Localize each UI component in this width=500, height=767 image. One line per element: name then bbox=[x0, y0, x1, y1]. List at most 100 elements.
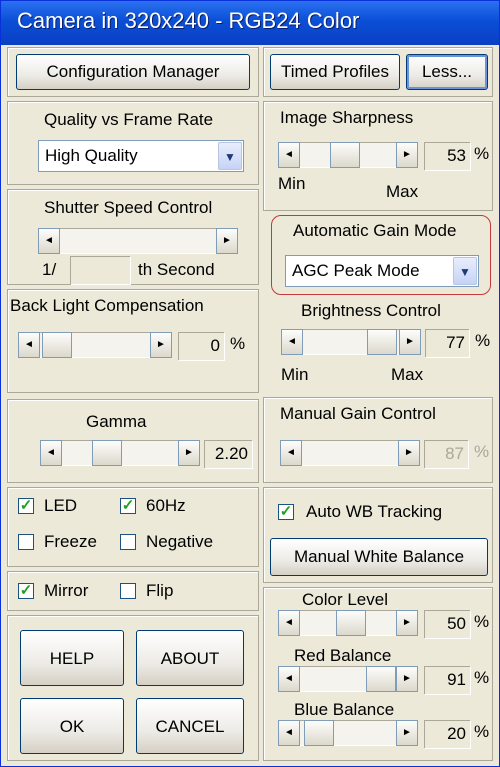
white-balance-group: ✓ Auto WB Tracking Manual White Balance bbox=[263, 487, 493, 583]
brightness-right-arrow-icon[interactable]: ► bbox=[399, 329, 421, 355]
agc-select[interactable]: AGC Peak Mode ▼ bbox=[285, 255, 479, 287]
blue-balance-slider-thumb[interactable] bbox=[304, 720, 334, 746]
manual-gain-group: Manual Gain Control ◄ ► 87 % bbox=[263, 397, 493, 483]
color-level-right-arrow-icon[interactable]: ► bbox=[396, 610, 418, 636]
brightness-value: 77 bbox=[425, 329, 469, 357]
agc-value: AGC Peak Mode bbox=[292, 261, 420, 280]
shutter-value-field[interactable] bbox=[70, 256, 130, 284]
chevron-down-icon[interactable]: ▼ bbox=[218, 142, 242, 170]
backlight-slider-thumb[interactable] bbox=[42, 332, 72, 358]
sharpness-slider-thumb[interactable] bbox=[330, 142, 360, 168]
manual-gain-right-arrow-icon[interactable]: ► bbox=[398, 440, 420, 466]
mirror-label: Mirror bbox=[44, 581, 89, 600]
sharpness-label: Image Sharpness bbox=[280, 108, 414, 127]
brightness-min-label: Min bbox=[281, 365, 309, 384]
blue-balance-label: Blue Balance bbox=[294, 700, 395, 719]
led-checkbox[interactable]: ✓ bbox=[18, 498, 34, 514]
shutter-left-arrow-icon[interactable]: ◄ bbox=[38, 228, 60, 254]
gamma-left-arrow-icon[interactable]: ◄ bbox=[40, 440, 62, 466]
manual-gain-unit: % bbox=[474, 442, 490, 461]
about-button[interactable]: ABOUT bbox=[136, 630, 244, 686]
help-button[interactable]: HELP bbox=[20, 630, 124, 686]
mirror-checkbox[interactable]: ✓ bbox=[18, 583, 34, 599]
options-group: ✓ LED ✓ 60Hz Freeze Negative bbox=[7, 487, 259, 567]
window-title[interactable]: Camera in 320x240 - RGB24 Color bbox=[1, 1, 499, 45]
shutter-prefix: 1/ bbox=[42, 260, 57, 279]
configuration-manager-button[interactable]: Configuration Manager bbox=[16, 54, 250, 90]
color-level-label: Color Level bbox=[302, 590, 388, 609]
red-balance-slider-thumb[interactable] bbox=[366, 666, 396, 692]
negative-checkbox[interactable] bbox=[120, 534, 136, 550]
blue-balance-right-arrow-icon[interactable]: ► bbox=[396, 720, 418, 746]
sharpness-value: 53 bbox=[424, 142, 470, 170]
sharpness-right-arrow-icon[interactable]: ► bbox=[396, 142, 418, 168]
red-balance-left-arrow-icon[interactable]: ◄ bbox=[278, 666, 300, 692]
backlight-right-arrow-icon[interactable]: ► bbox=[150, 332, 172, 358]
sharpness-min-label: Min bbox=[278, 174, 306, 193]
manual-gain-label: Manual Gain Control bbox=[280, 404, 436, 423]
brightness-slider-thumb[interactable] bbox=[367, 329, 397, 355]
led-label: LED bbox=[44, 496, 78, 515]
ok-button[interactable]: OK bbox=[20, 698, 124, 754]
cancel-button[interactable]: CANCEL bbox=[136, 698, 244, 754]
60hz-label: 60Hz bbox=[146, 496, 186, 515]
sharpness-unit: % bbox=[474, 144, 490, 163]
color-balance-group: Color Level ◄ ► 50 % Red Balance ◄ ► 91 … bbox=[263, 587, 493, 761]
blue-balance-unit: % bbox=[474, 722, 490, 741]
backlight-group: Back Light Compensation ◄ ► 0 % bbox=[7, 289, 259, 393]
client-area: Configuration Manager Timed Profiles Les… bbox=[5, 45, 495, 763]
color-level-left-arrow-icon[interactable]: ◄ bbox=[278, 610, 300, 636]
manual-gain-value: 87 bbox=[424, 440, 468, 468]
agc-label: Automatic Gain Mode bbox=[293, 221, 457, 240]
brightness-unit: % bbox=[475, 331, 491, 350]
shutter-group: Shutter Speed Control ◄ ► 1/ th Second bbox=[7, 189, 259, 285]
shutter-right-arrow-icon[interactable]: ► bbox=[216, 228, 238, 254]
camera-window: Camera in 320x240 - RGB24 Color Configur… bbox=[0, 0, 500, 767]
color-level-slider-thumb[interactable] bbox=[336, 610, 366, 636]
blue-balance-value: 20 bbox=[424, 720, 470, 748]
manual-white-balance-button[interactable]: Manual White Balance bbox=[270, 538, 488, 576]
chevron-down-icon[interactable]: ▼ bbox=[453, 257, 477, 285]
flip-label: Flip bbox=[146, 581, 174, 600]
auto-wb-label: Auto WB Tracking bbox=[306, 502, 443, 521]
brightness-label: Brightness Control bbox=[301, 301, 441, 320]
freeze-checkbox[interactable] bbox=[18, 534, 34, 550]
backlight-left-arrow-icon[interactable]: ◄ bbox=[18, 332, 40, 358]
backlight-label: Back Light Compensation bbox=[10, 296, 204, 315]
color-level-value: 50 bbox=[424, 610, 470, 638]
color-level-unit: % bbox=[474, 612, 490, 631]
gamma-value: 2.20 bbox=[204, 440, 252, 468]
red-balance-unit: % bbox=[474, 668, 490, 687]
profile-group: Timed Profiles Less... bbox=[263, 47, 493, 97]
red-balance-value: 91 bbox=[424, 666, 470, 694]
blue-balance-left-arrow-icon[interactable]: ◄ bbox=[278, 720, 300, 746]
config-group: Configuration Manager bbox=[7, 47, 259, 97]
shutter-label: Shutter Speed Control bbox=[44, 198, 213, 217]
quality-select[interactable]: High Quality ▼ bbox=[38, 140, 244, 172]
sharpness-left-arrow-icon[interactable]: ◄ bbox=[278, 142, 300, 168]
auto-wb-checkbox[interactable]: ✓ bbox=[278, 504, 294, 520]
60hz-checkbox[interactable]: ✓ bbox=[120, 498, 136, 514]
shutter-suffix: th Second bbox=[138, 260, 215, 279]
sharpness-max-label: Max bbox=[386, 182, 419, 201]
gamma-slider-thumb[interactable] bbox=[92, 440, 122, 466]
red-balance-label: Red Balance bbox=[294, 646, 392, 665]
sharpness-group: Image Sharpness ◄ ► 53 % Min Max bbox=[263, 101, 493, 211]
shutter-slider-track[interactable] bbox=[38, 228, 238, 254]
brightness-max-label: Max bbox=[391, 365, 424, 384]
brightness-left-arrow-icon[interactable]: ◄ bbox=[281, 329, 303, 355]
negative-label: Negative bbox=[146, 532, 214, 551]
gamma-right-arrow-icon[interactable]: ► bbox=[178, 440, 200, 466]
quality-group: Quality vs Frame Rate High Quality ▼ bbox=[7, 101, 259, 185]
manual-gain-left-arrow-icon[interactable]: ◄ bbox=[280, 440, 302, 466]
backlight-unit: % bbox=[230, 334, 246, 353]
gamma-group: Gamma ◄ ► 2.20 bbox=[7, 399, 259, 483]
gamma-label: Gamma bbox=[86, 412, 147, 431]
quality-value: High Quality bbox=[45, 146, 138, 165]
less-button[interactable]: Less... bbox=[406, 54, 488, 90]
red-balance-right-arrow-icon[interactable]: ► bbox=[396, 666, 418, 692]
flip-checkbox[interactable] bbox=[120, 583, 136, 599]
quality-label: Quality vs Frame Rate bbox=[44, 110, 214, 129]
timed-profiles-button[interactable]: Timed Profiles bbox=[270, 54, 400, 90]
mirror-group: ✓ Mirror Flip bbox=[7, 571, 259, 611]
